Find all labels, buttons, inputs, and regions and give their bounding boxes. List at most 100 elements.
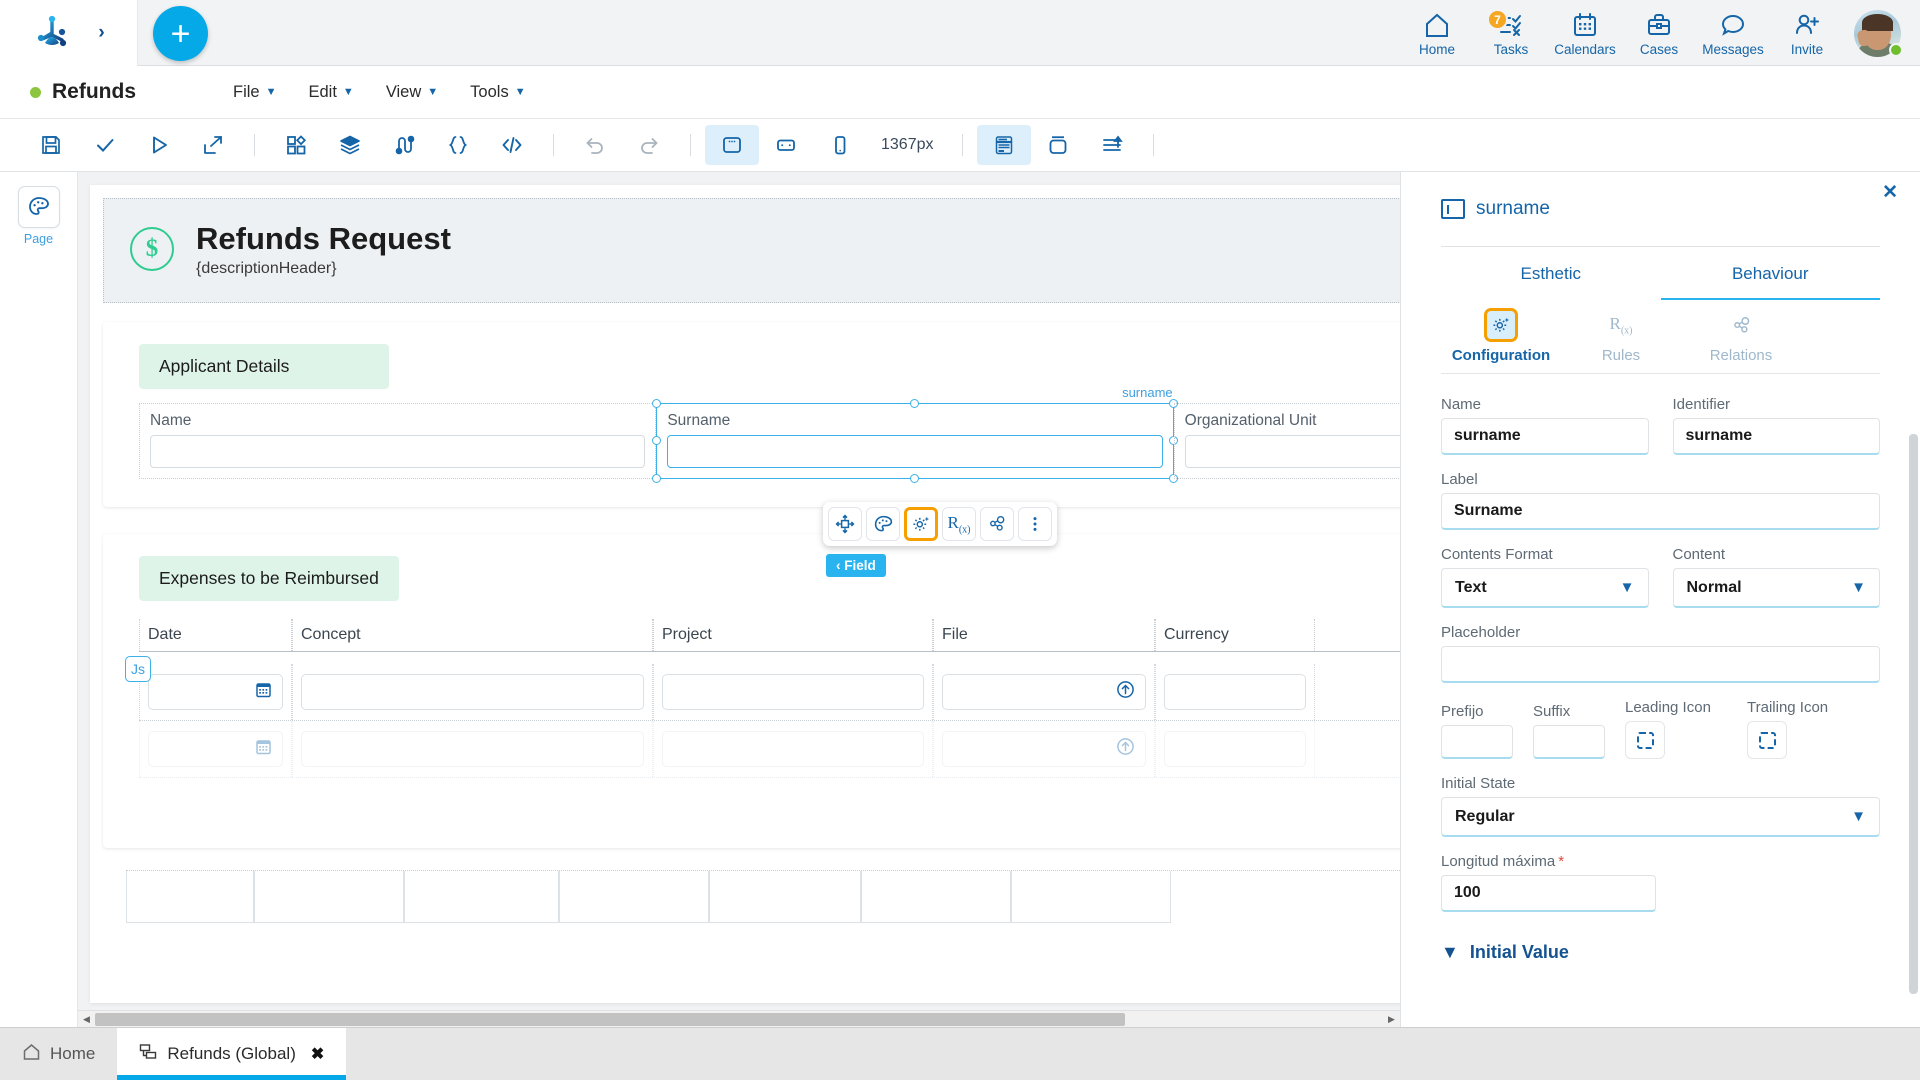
gear-sparkle-icon[interactable] (904, 507, 938, 541)
totals-cell[interactable] (709, 870, 861, 923)
name-input[interactable] (150, 434, 646, 468)
resize-handle-bl[interactable] (652, 473, 662, 483)
align-button[interactable] (1085, 125, 1139, 165)
prefix-input[interactable] (1441, 725, 1513, 759)
layers-button[interactable] (323, 125, 377, 165)
suffix-input[interactable] (1533, 725, 1605, 759)
concept-cell-input[interactable] (301, 673, 644, 710)
mobile-view-button[interactable] (813, 125, 867, 165)
scroll-thumb[interactable] (95, 1012, 1125, 1026)
totals-cell[interactable] (126, 870, 254, 923)
field-surname[interactable]: surname Surname (652, 385, 1178, 483)
totals-cell[interactable] (559, 870, 709, 923)
label-input[interactable]: Surname (1441, 493, 1880, 530)
chevron-right-icon[interactable]: › (98, 23, 104, 42)
field-name[interactable]: Name (139, 402, 657, 479)
resize-handle-tc[interactable] (909, 398, 919, 408)
file-cell-input-ghost[interactable] (942, 730, 1146, 767)
nav-item-home[interactable]: Home (1400, 0, 1474, 66)
taskbar-item-home[interactable]: Home (0, 1028, 117, 1080)
nav-item-messages[interactable]: Messages (1696, 0, 1770, 66)
menu-view[interactable]: View ▼ (386, 83, 438, 102)
nav-item-invite[interactable]: Invite (1770, 0, 1844, 66)
form-layout-button[interactable] (976, 125, 1031, 165)
nav-item-calendars[interactable]: Calendars (1548, 0, 1622, 66)
date-cell-input[interactable] (148, 673, 283, 710)
rx-function-icon[interactable]: R(x) (942, 507, 976, 541)
save-button[interactable] (24, 125, 78, 165)
identifier-input[interactable]: surname (1672, 418, 1880, 455)
subtab-rules[interactable]: R(x) Rules (1561, 300, 1681, 373)
content-select[interactable]: Normal ▼ (1672, 568, 1880, 608)
undo-button[interactable] (568, 125, 622, 165)
tablet-view-button[interactable] (759, 125, 813, 165)
avatar[interactable] (1844, 0, 1910, 66)
trailing-icon-picker[interactable] (1747, 721, 1787, 759)
initial-state-select[interactable]: Regular ▼ (1441, 797, 1880, 837)
run-button[interactable] (132, 125, 186, 165)
table-row[interactable] (139, 720, 1400, 778)
nav-item-cases[interactable]: Cases (1622, 0, 1696, 66)
canvas-horizontal-scrollbar[interactable]: ◀ ▶ (78, 1010, 1400, 1027)
desktop-view-button[interactable] (705, 125, 759, 165)
relations-icon[interactable] (980, 507, 1014, 541)
contents-format-select[interactable]: Text ▼ (1441, 568, 1649, 608)
subtab-configuration[interactable]: Configuration (1441, 300, 1561, 373)
subtab-relations[interactable]: Relations (1681, 300, 1801, 373)
tab-esthetic[interactable]: Esthetic (1441, 247, 1661, 300)
code-button[interactable] (485, 125, 539, 165)
resize-handle-bc[interactable] (909, 473, 919, 483)
calendar-icon[interactable] (255, 681, 272, 703)
max-length-input[interactable]: 100 (1441, 875, 1656, 912)
totals-cell[interactable] (254, 870, 404, 923)
add-button[interactable]: + (153, 6, 208, 61)
form-design-canvas[interactable]: $ Refunds Request {descriptionHeader} Ap… (78, 172, 1400, 1027)
expenses-card[interactable]: Expenses to be Reimbursed Date Concept P… (103, 533, 1400, 848)
components-button[interactable] (269, 125, 323, 165)
field-organizational-unit[interactable]: Organizational Unit (1173, 402, 1400, 479)
scroll-left-arrow-icon[interactable]: ◀ (78, 1011, 95, 1028)
totals-cell[interactable] (404, 870, 559, 923)
totals-cell[interactable] (1011, 870, 1171, 923)
currency-cell-input[interactable] (1164, 673, 1306, 710)
taskbar-item-refunds[interactable]: Refunds (Global) ✖ (117, 1028, 347, 1080)
currency-cell-input-ghost[interactable] (1164, 730, 1306, 767)
resize-handle-ml[interactable] (652, 435, 662, 445)
menu-edit[interactable]: Edit ▼ (308, 83, 353, 102)
project-cell-input-ghost[interactable] (662, 730, 924, 767)
menu-tools[interactable]: Tools ▼ (470, 83, 525, 102)
totals-cell[interactable] (861, 870, 1011, 923)
close-icon[interactable]: ✕ (1882, 183, 1898, 202)
name-input[interactable]: surname (1441, 418, 1649, 455)
orgunit-input[interactable] (1184, 434, 1400, 468)
js-script-badge[interactable]: Js (125, 655, 151, 682)
concept-cell-input-ghost[interactable] (301, 730, 644, 767)
table-row[interactable]: Js (125, 655, 1400, 721)
project-cell-input[interactable] (662, 673, 924, 710)
redo-button[interactable] (622, 125, 676, 165)
resize-handle-tl[interactable] (652, 398, 662, 408)
move-arrows-icon[interactable] (828, 507, 862, 541)
totals-card[interactable] (103, 869, 1400, 923)
file-cell-input[interactable] (942, 673, 1146, 710)
flow-button[interactable] (377, 125, 431, 165)
leading-icon-picker[interactable] (1625, 721, 1665, 759)
scroll-track[interactable] (95, 1011, 1383, 1028)
placeholder-input[interactable] (1441, 646, 1880, 683)
scroll-right-arrow-icon[interactable]: ▶ (1383, 1011, 1400, 1028)
accordion-initial-value[interactable]: ▼ Initial Value (1441, 942, 1880, 963)
date-cell-input-ghost[interactable] (148, 730, 283, 767)
kebab-menu-icon[interactable] (1018, 507, 1052, 541)
variables-button[interactable] (431, 125, 485, 165)
applicant-details-card[interactable]: Applicant Details Name surname Surname O… (103, 321, 1400, 507)
tab-behaviour[interactable]: Behaviour (1660, 247, 1880, 300)
rail-item-page[interactable]: Page (0, 186, 77, 246)
breadcrumb-chip-field[interactable]: ‹ Field (826, 554, 886, 577)
publish-button[interactable] (186, 125, 240, 165)
menu-file[interactable]: File ▼ (233, 83, 276, 102)
deyel-logo-icon[interactable] (32, 13, 72, 53)
validate-button[interactable] (78, 125, 132, 165)
upload-circle-icon[interactable] (1116, 680, 1135, 704)
form-header-band[interactable]: $ Refunds Request {descriptionHeader} (103, 198, 1400, 303)
surname-input[interactable] (667, 434, 1163, 468)
